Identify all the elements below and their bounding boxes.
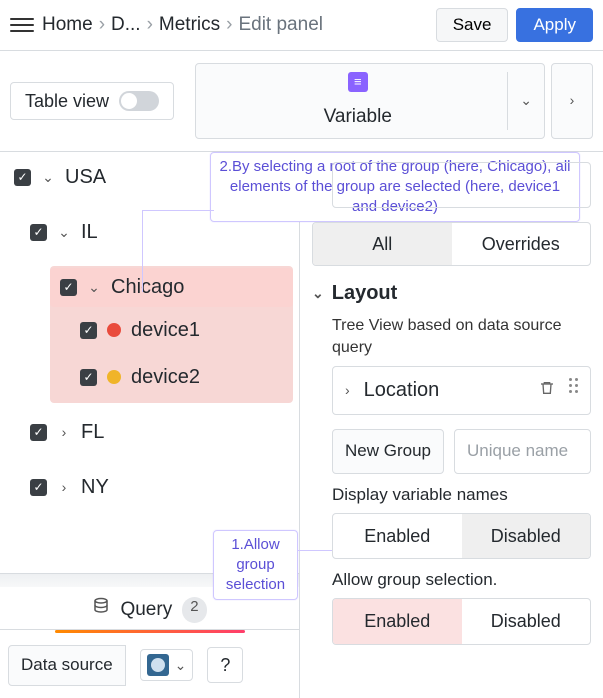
annotation-line (142, 210, 214, 211)
display-var-disabled-option[interactable]: Disabled (462, 514, 591, 558)
chevron-right-icon: › (226, 12, 232, 38)
panel-type-label: Variable (324, 104, 392, 130)
tree-node-label: FL (81, 419, 104, 446)
postgres-icon (147, 654, 169, 676)
chevron-right-icon[interactable]: › (57, 478, 71, 497)
checkbox-icon[interactable]: ✓ (14, 169, 31, 186)
tree-node-label: device1 (131, 317, 200, 344)
tab-all[interactable]: All (313, 223, 452, 265)
chevron-right-icon[interactable]: › (345, 381, 350, 400)
tree-view: 2.By selecting a root of the group (here… (0, 152, 299, 507)
delete-group-button[interactable] (539, 378, 555, 402)
allow-group-enabled-option[interactable]: Enabled (333, 599, 462, 643)
breadcrumb-dashboard[interactable]: D... (111, 12, 141, 38)
section-layout-title: Layout (332, 280, 398, 307)
status-dot-icon (107, 323, 121, 337)
search-options-input[interactable] (332, 162, 591, 208)
breadcrumb-metrics[interactable]: Metrics (159, 12, 220, 38)
table-view-toggle[interactable]: Table view (10, 82, 174, 120)
tree-node-fl[interactable]: ✓ › FL (10, 413, 293, 452)
checkbox-icon[interactable]: ✓ (30, 479, 47, 496)
datasource-label: Data source (8, 645, 126, 686)
panel-type-select[interactable]: ≡ Variable ⌄ (195, 63, 545, 139)
breadcrumb: Home › D... › Metrics › Edit panel (42, 12, 323, 38)
allow-group-selection-toggle: Enabled Disabled (332, 598, 591, 644)
hamburger-menu[interactable] (10, 18, 34, 32)
tree-view-description: Tree View based on data source query (332, 315, 591, 358)
save-button[interactable]: Save (436, 8, 509, 42)
tree-node-label: device2 (131, 364, 200, 391)
query-tab-label: Query (120, 597, 172, 623)
display-var-enabled-option[interactable]: Enabled (333, 514, 462, 558)
chevron-right-icon: › (147, 12, 153, 38)
chevron-down-icon: ⌄ (520, 91, 532, 110)
display-variable-names-toggle: Enabled Disabled (332, 513, 591, 559)
new-group-name-input[interactable]: Unique name (454, 429, 591, 474)
panel-options-tabs: All Overrides (312, 222, 591, 266)
chevron-down-icon[interactable]: ⌄ (57, 223, 71, 242)
status-dot-icon (107, 370, 121, 384)
toggle-switch-icon[interactable] (119, 91, 159, 111)
breadcrumb-edit-panel: Edit panel (238, 12, 323, 38)
chevron-right-icon: › (99, 12, 105, 38)
checkbox-icon[interactable]: ✓ (80, 322, 97, 339)
tree-node-ny[interactable]: ✓ › NY (10, 468, 293, 507)
help-icon: ? (220, 653, 230, 677)
allow-group-selection-label: Allow group selection. (332, 569, 591, 592)
query-count-badge: 2 (182, 597, 206, 623)
checkbox-icon[interactable]: ✓ (60, 279, 77, 296)
datasource-help-button[interactable]: ? (207, 647, 243, 683)
tree-node-device2[interactable]: ✓ device2 (50, 354, 293, 401)
allow-group-disabled-option[interactable]: Disabled (462, 599, 591, 643)
apply-button[interactable]: Apply (516, 8, 593, 42)
display-variable-names-label: Display variable names (332, 484, 591, 507)
query-tab[interactable]: Query 2 (0, 587, 299, 630)
checkbox-icon[interactable]: ✓ (30, 224, 47, 241)
tree-node-label: USA (65, 164, 106, 191)
checkbox-icon[interactable]: ✓ (30, 424, 47, 441)
database-icon (92, 597, 110, 623)
new-group-button[interactable]: New Group (332, 429, 444, 474)
variable-icon: ≡ (348, 72, 368, 92)
chevron-down-icon[interactable]: ⌄ (41, 168, 55, 187)
tree-node-chicago[interactable]: ✓ ⌄ Chicago (50, 268, 293, 307)
checkbox-icon[interactable]: ✓ (80, 369, 97, 386)
tree-node-label: NY (81, 474, 109, 501)
chevron-right-icon: › (570, 91, 575, 110)
breadcrumb-home[interactable]: Home (42, 12, 93, 38)
datasource-select[interactable]: ⌄ (140, 649, 194, 681)
tree-node-device1[interactable]: ✓ device1 (50, 307, 293, 354)
table-view-label: Table view (25, 89, 109, 113)
panel-type-next-button[interactable]: › (551, 63, 593, 139)
section-layout-header[interactable]: ⌄ Layout (312, 280, 591, 307)
chevron-down-icon: ⌄ (312, 284, 324, 303)
chevron-down-icon[interactable]: ⌄ (87, 278, 101, 297)
trash-icon (539, 380, 555, 396)
drag-handle[interactable] (569, 378, 578, 402)
tab-overrides[interactable]: Overrides (452, 223, 591, 265)
chevron-right-icon[interactable]: › (57, 423, 71, 442)
group-location-label: Location (364, 377, 440, 404)
tree-node-label: Chicago (111, 274, 184, 301)
group-location-row[interactable]: › Location (332, 366, 591, 415)
tree-node-label: IL (81, 219, 98, 246)
chevron-down-icon: ⌄ (175, 656, 187, 675)
